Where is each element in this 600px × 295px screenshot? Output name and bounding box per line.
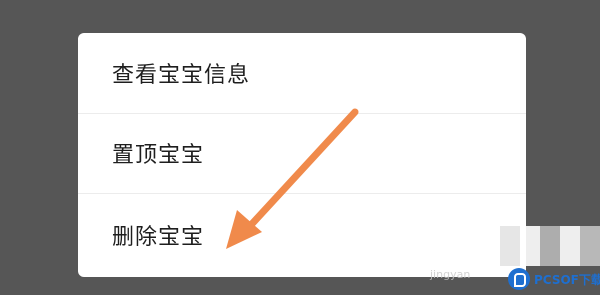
menu-item-label: 删除宝宝 [112, 225, 205, 250]
watermark-blur [500, 226, 600, 266]
brand-logo-icon [508, 268, 530, 290]
context-menu: 查看宝宝信息 置顶宝宝 删除宝宝 [78, 33, 526, 277]
watermark-brand-text: PCSOF下载 [534, 273, 600, 287]
watermark: PCSOF下载 [500, 226, 600, 295]
menu-item-label: 置顶宝宝 [112, 143, 205, 168]
menu-item-label: 查看宝宝信息 [112, 63, 251, 88]
menu-item-pin-baby[interactable]: 置顶宝宝 [78, 113, 526, 193]
watermark-text-left: jingyan [430, 268, 471, 281]
menu-item-view-baby-info[interactable]: 查看宝宝信息 [78, 33, 526, 113]
menu-item-delete-baby[interactable]: 删除宝宝 [78, 193, 526, 277]
screen: 查看宝宝信息 置顶宝宝 删除宝宝 jingyan PCSOF下载 [0, 0, 600, 295]
